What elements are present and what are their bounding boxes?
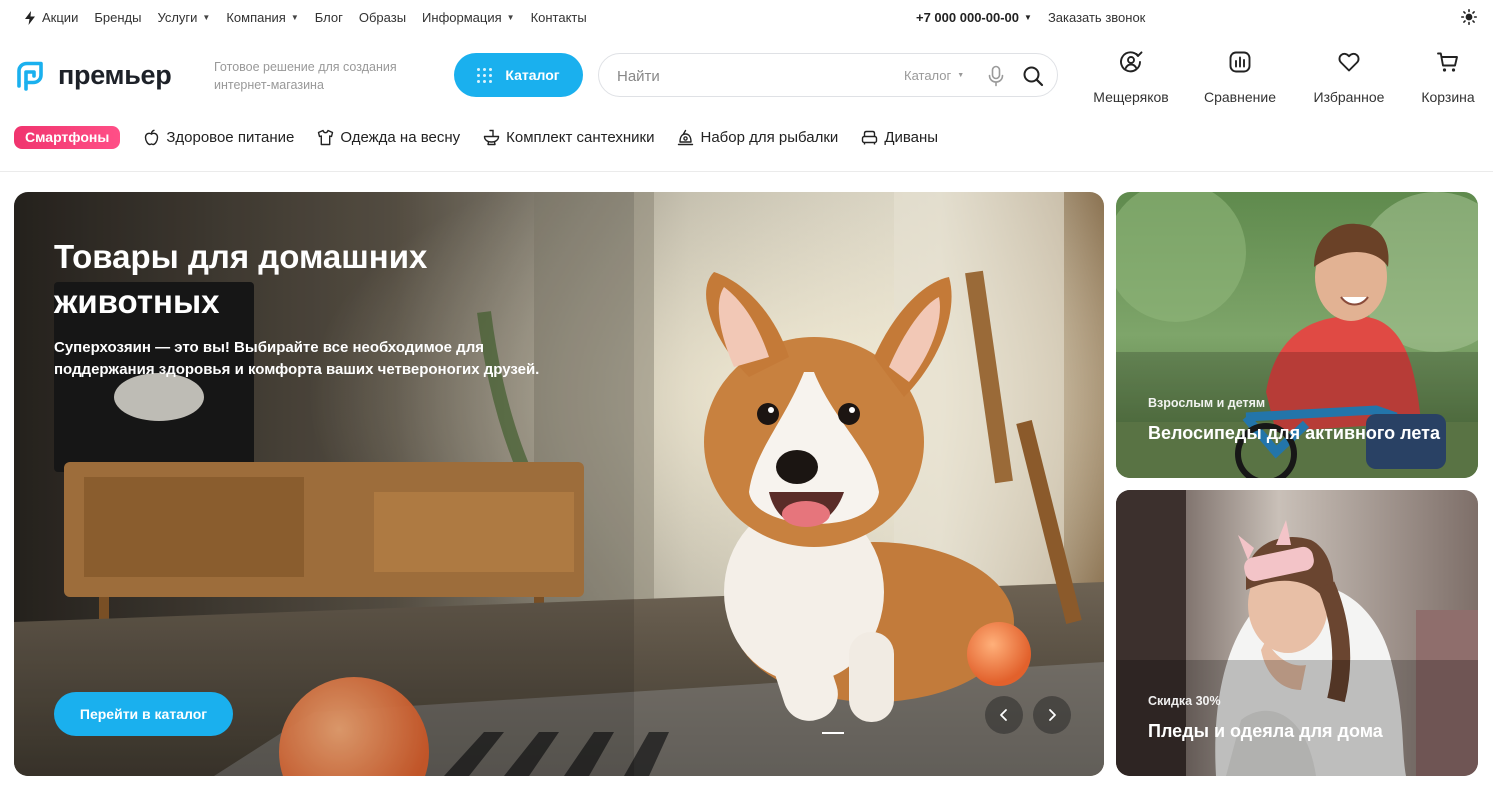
phone-block: +7 000 000-00-00 ▼ Заказать звонок: [916, 10, 1145, 25]
category-fishing[interactable]: Набор для рыбалки: [677, 129, 838, 146]
search-input[interactable]: [617, 65, 867, 87]
top-link-looks[interactable]: Образы: [359, 10, 406, 25]
side-banner-blankets[interactable]: Скидка 30% Пледы и одеяла для дома: [1116, 490, 1478, 776]
tshirt-icon: [318, 129, 334, 146]
cart-button[interactable]: Корзина: [1398, 50, 1493, 105]
category-spring-clothes[interactable]: Одежда на весну: [317, 129, 460, 146]
hero-subtitle: Суперхозяин — это вы! Выбирайте все необ…: [54, 339, 540, 378]
favorites-button[interactable]: Избранное: [1299, 50, 1399, 105]
catalog-button[interactable]: Каталог: [454, 53, 583, 97]
hero-prev-button[interactable]: [985, 696, 1023, 734]
category-highlight-badge[interactable]: Смартфоны: [14, 126, 121, 149]
banner-title: Пледы и одеяла для дома: [1148, 721, 1383, 741]
chevron-down-icon: ▼: [506, 13, 515, 22]
top-link-label: Блог: [314, 10, 343, 25]
search-scope-select[interactable]: Каталог ▼: [904, 68, 964, 83]
top-link-label: Контакты: [530, 10, 587, 25]
sofa-icon: [862, 130, 878, 145]
favorites-label: Избранное: [1313, 89, 1385, 105]
chevron-left-icon: [1000, 709, 1007, 721]
chevron-down-icon: ▼: [202, 13, 211, 22]
banner-title: Велосипеды для активного лета: [1148, 423, 1440, 443]
bell-icon: [678, 129, 694, 146]
banner-caption: Взрослым и детям: [1148, 396, 1266, 410]
chevron-down-icon: ▼: [290, 13, 299, 22]
hero-pagination-dot[interactable]: [822, 732, 844, 734]
compare-button[interactable]: Сравнение: [1190, 50, 1290, 105]
category-strip: Смартфоны Здоровое питание Одежда на вес…: [14, 126, 961, 149]
chevron-down-icon: ▼: [957, 72, 965, 79]
compare-label: Сравнение: [1204, 89, 1276, 105]
category-label: Комплект сантехники: [506, 129, 655, 146]
logo-mark-icon: [17, 61, 43, 91]
logo[interactable]: премьер: [13, 58, 172, 92]
sun-icon[interactable]: [1461, 9, 1477, 25]
lightning-icon: [25, 10, 35, 25]
top-link-info[interactable]: Информация ▼: [422, 10, 515, 25]
phone-number[interactable]: +7 000 000-00-00: [916, 10, 1019, 25]
top-bar: Акции Бренды Услуги ▼ Компания ▼ Блог Обра…: [0, 0, 1493, 34]
chevron-down-icon[interactable]: ▼: [1024, 13, 1032, 22]
tagline: Готовое решение для создания интернет-ма…: [214, 60, 397, 92]
top-link-label: Информация: [422, 10, 502, 25]
top-link-contacts[interactable]: Контакты: [531, 10, 587, 25]
cart-icon: [1437, 52, 1458, 72]
category-label: Здоровое питание: [166, 129, 295, 146]
compare-icon: [1229, 51, 1251, 73]
top-nav: Акции Бренды Услуги ▼ Компания ▼ Блог Обра…: [24, 10, 603, 25]
search-bar: Каталог ▼: [598, 53, 1058, 97]
top-link-label: Услуги: [157, 10, 198, 25]
top-link-label: Образы: [358, 10, 407, 25]
side-banner-bikes[interactable]: Взрослым и детям Велосипеды для активног…: [1116, 192, 1478, 478]
top-link-company[interactable]: Компания ▼: [226, 10, 298, 25]
hero-cta-button[interactable]: Перейти в каталог: [54, 692, 233, 736]
category-healthy-food[interactable]: Здоровое питание: [143, 129, 294, 146]
microphone-icon[interactable]: [987, 65, 1005, 87]
category-plumbing[interactable]: Комплект сантехники: [483, 129, 654, 146]
top-link-blog[interactable]: Блог: [315, 10, 343, 25]
hero-title: Товары для домашних животных: [54, 238, 428, 320]
toilet-icon: [483, 129, 500, 146]
category-label: Одежда на весну: [340, 129, 461, 146]
account-button[interactable]: Мещеряков: [1081, 50, 1181, 105]
callback-link[interactable]: Заказать звонок: [1048, 10, 1145, 25]
top-link-label: Акции: [42, 10, 79, 25]
header-divider: [0, 171, 1493, 172]
hero-banner[interactable]: Товары для домашних животных Суперхозяин…: [14, 192, 1104, 776]
apple-icon: [145, 129, 159, 146]
category-label: Диваны: [884, 129, 939, 146]
account-label: Мещеряков: [1093, 89, 1169, 105]
grid-dots-icon: [477, 67, 493, 83]
catalog-button-label: Каталог: [505, 67, 560, 83]
search-icon[interactable]: [1022, 65, 1044, 87]
cart-label: Корзина: [1421, 89, 1475, 105]
top-link-services[interactable]: Услуги ▼: [157, 10, 210, 25]
top-link-promo[interactable]: Акции: [24, 10, 78, 25]
top-link-label: Бренды: [94, 10, 142, 25]
hero-next-button[interactable]: [1033, 696, 1071, 734]
category-sofas[interactable]: Диваны: [861, 129, 938, 146]
category-label: Набор для рыбалки: [700, 129, 839, 146]
heart-icon: [1338, 52, 1360, 72]
top-link-brands[interactable]: Бренды: [94, 10, 141, 25]
banner-caption: Скидка 30%: [1148, 694, 1221, 708]
logo-text: премьер: [58, 59, 172, 90]
user-icon: [1120, 51, 1143, 73]
search-scope-label: Каталог: [904, 68, 952, 83]
chevron-right-icon: [1049, 709, 1056, 721]
top-link-label: Компания: [226, 10, 286, 25]
